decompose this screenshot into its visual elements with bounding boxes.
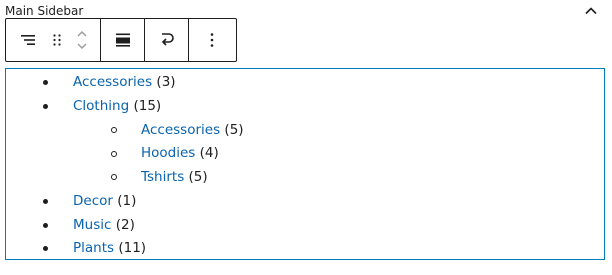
category-count: (2) (115, 217, 135, 233)
transform-button[interactable] (145, 19, 188, 61)
category-count: (5) (188, 169, 208, 185)
toolbar-group-align (101, 19, 145, 61)
list-item-clothing-accessories: Accessories (5) (141, 121, 244, 139)
parent-selector-icon (21, 35, 35, 45)
toolbar-group-parent (6, 19, 101, 61)
toolbar-group-more (189, 19, 234, 61)
category-count: (3) (156, 74, 176, 90)
list-item-accessories: Accessories (3) (73, 73, 176, 91)
category-link[interactable]: Music (73, 217, 111, 233)
category-link[interactable]: Tshirts (141, 169, 184, 185)
list-item-plants: Plants (11) (73, 239, 146, 257)
transform-icon (161, 33, 174, 46)
list-bullet (43, 104, 48, 109)
align-button[interactable] (101, 19, 144, 61)
list-item-tshirts: Tshirts (5) (141, 168, 208, 186)
list-bullet (111, 174, 117, 180)
category-link[interactable]: Plants (73, 240, 114, 256)
list-bullet (111, 127, 117, 133)
list-item-decor: Decor (1) (73, 192, 136, 210)
category-count: (1) (117, 193, 137, 209)
panel-title: Main Sidebar (5, 4, 84, 18)
align-icon (115, 33, 130, 47)
select-parent-button[interactable] (6, 19, 46, 61)
list-bullet (43, 246, 48, 251)
category-link[interactable]: Accessories (141, 122, 220, 138)
drag-handle[interactable] (46, 19, 68, 61)
list-bullet (43, 80, 48, 85)
category-count: (5) (224, 122, 244, 138)
list-item-clothing: Clothing (15) (73, 97, 161, 115)
category-link[interactable]: Clothing (73, 98, 129, 114)
collapse-button[interactable] (583, 3, 599, 19)
category-count: (11) (118, 240, 147, 256)
list-bullet (111, 151, 117, 157)
move-up-down-button[interactable] (68, 19, 96, 61)
drag-handle-icon (53, 34, 61, 46)
toolbar-group-transform (145, 19, 189, 61)
category-link[interactable]: Hoodies (141, 145, 195, 161)
move-up-down-icon (77, 31, 87, 49)
category-link[interactable]: Accessories (73, 74, 152, 90)
category-count: (15) (133, 98, 162, 114)
category-count: (4) (199, 145, 219, 161)
list-item-hoodies: Hoodies (4) (141, 144, 219, 162)
block-toolbar (5, 18, 237, 62)
list-item-music: Music (2) (73, 216, 135, 234)
more-options-button[interactable] (189, 19, 234, 61)
list-bullet (43, 199, 48, 204)
category-link[interactable]: Decor (73, 193, 113, 209)
list-bullet (43, 223, 48, 228)
more-options-icon (210, 33, 213, 47)
product-categories-list[interactable]: Accessories (3) Clothing (15) Accessorie… (5, 68, 605, 260)
chevron-up-icon (585, 7, 597, 15)
